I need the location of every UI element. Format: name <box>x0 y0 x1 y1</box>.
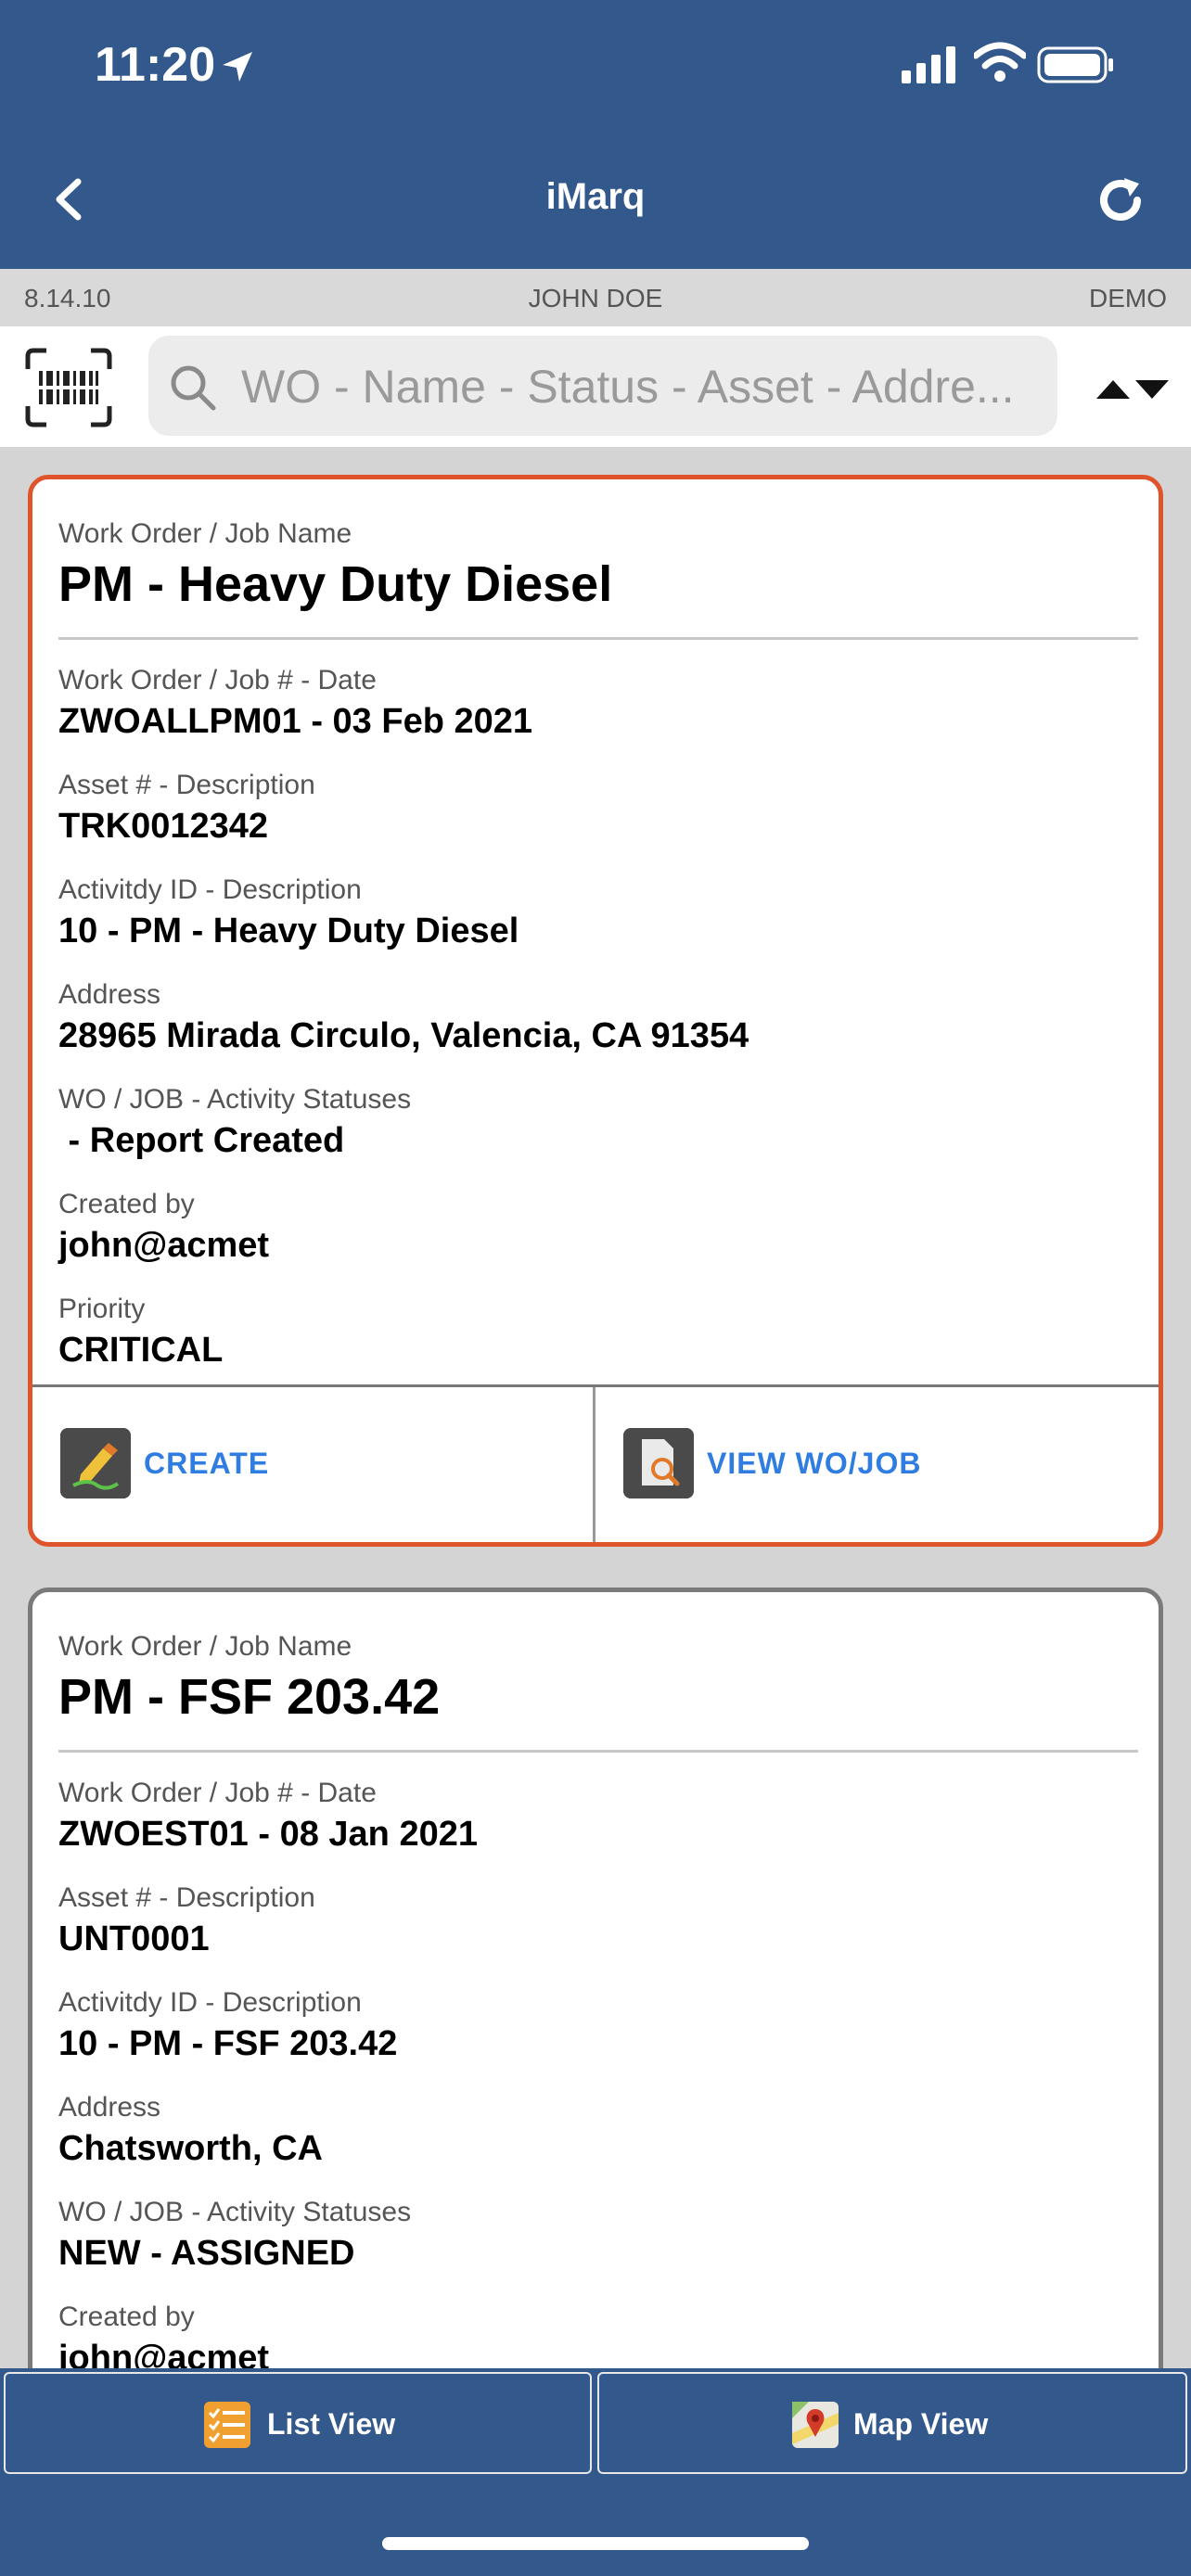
card-actions: CREATE VIEW WO/JOB <box>32 1384 1159 1542</box>
priority-value: CRITICAL <box>58 1331 224 1370</box>
activity-value: 10 - PM - FSF 203.42 <box>58 2024 398 2063</box>
view-wo-job-label: VIEW WO/JOB <box>707 1447 922 1480</box>
map-view-label: Map View <box>853 2407 989 2441</box>
map-view-tab[interactable]: Map View <box>597 2372 1187 2474</box>
asset-value: UNT0001 <box>58 1919 210 1958</box>
wifi-icon <box>974 42 1026 82</box>
create-button[interactable]: CREATE <box>32 1387 596 1542</box>
wo-number-label: Work Order / Job # - Date <box>58 1778 377 1808</box>
address-label: Address <box>58 2092 161 2123</box>
environment-label: DEMO <box>1089 284 1167 312</box>
work-order-card[interactable]: Work Order / Job Name PM - Heavy Duty Di… <box>28 475 1163 1547</box>
statuses-value: - Report Created <box>58 1121 345 1160</box>
created-by-label: Created by <box>58 1189 195 1219</box>
status-time: 11:20 <box>95 38 216 92</box>
sort-toggle-icon[interactable] <box>1095 371 1174 408</box>
location-arrow-icon <box>223 52 252 82</box>
address-value: Chatsworth, CA <box>58 2129 323 2168</box>
barcode-scan-button[interactable] <box>24 347 113 428</box>
divider <box>58 1750 1138 1753</box>
asset-label: Asset # - Description <box>58 1882 315 1913</box>
address-label: Address <box>58 979 161 1010</box>
home-indicator <box>382 2537 809 2550</box>
activity-label: Activitdy ID - Description <box>58 1987 362 2018</box>
activity-label: Activitdy ID - Description <box>58 874 362 905</box>
search-box <box>148 336 1057 436</box>
document-search-icon <box>623 1428 694 1498</box>
refresh-button[interactable] <box>1095 174 1146 226</box>
create-label: CREATE <box>144 1447 270 1480</box>
edit-pencil-icon <box>60 1428 131 1498</box>
battery-icon <box>1037 46 1113 83</box>
created-by-value: john@acmet <box>58 1226 270 1265</box>
checklist-icon <box>204 2402 250 2448</box>
job-name: PM - Heavy Duty Diesel <box>58 556 613 612</box>
wo-number-label: Work Order / Job # - Date <box>58 665 377 695</box>
user-name: JOHN DOE <box>528 284 663 312</box>
wo-number: ZWOEST01 - 08 Jan 2021 <box>58 1815 478 1854</box>
job-name-label: Work Order / Job Name <box>58 1631 352 1662</box>
priority-label: Priority <box>58 1294 146 1324</box>
created-by-label: Created by <box>58 2302 195 2332</box>
app-header: 11:20 iMarq <box>0 0 1191 269</box>
address-value: 28965 Mirada Circulo, Valencia, CA 91354 <box>58 1016 749 1055</box>
asset-label: Asset # - Description <box>58 770 315 800</box>
app-version: 8.14.10 <box>24 284 111 312</box>
search-row <box>0 326 1191 447</box>
list-view-label: List View <box>267 2407 396 2441</box>
divider <box>58 637 1138 640</box>
list-view-tab[interactable]: List View <box>4 2372 592 2474</box>
page-title: iMarq <box>545 176 646 217</box>
map-pin-icon <box>792 2402 839 2448</box>
job-name: PM - FSF 203.42 <box>58 1669 441 1725</box>
view-wo-job-button[interactable]: VIEW WO/JOB <box>596 1387 1159 1542</box>
search-icon <box>171 365 216 411</box>
search-input[interactable] <box>241 354 1039 419</box>
cellular-signal-icon <box>902 46 955 83</box>
asset-value: TRK0012342 <box>58 807 269 846</box>
statuses-label: WO / JOB - Activity Statuses <box>58 2197 412 2227</box>
wo-number: ZWOALLPM01 - 03 Feb 2021 <box>58 702 533 741</box>
info-bar: JOHN DOE 8.14.10 DEMO <box>0 269 1191 326</box>
job-name-label: Work Order / Job Name <box>58 518 352 549</box>
activity-value: 10 - PM - Heavy Duty Diesel <box>58 912 519 950</box>
statuses-label: WO / JOB - Activity Statuses <box>58 1084 412 1115</box>
statuses-value: NEW - ASSIGNED <box>58 2234 355 2273</box>
